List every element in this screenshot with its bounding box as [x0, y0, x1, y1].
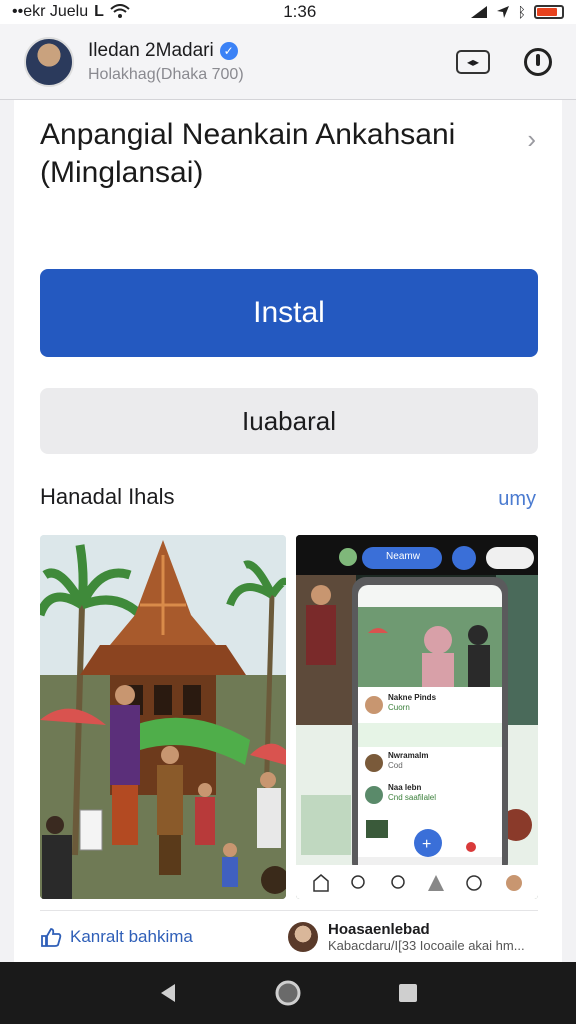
app-ui-preview-image: + [296, 535, 538, 899]
preview-item-desc: Cod [388, 761, 403, 770]
secondary-button[interactable]: Iuabaral [40, 388, 538, 454]
like-label: Kanralt bahkima [70, 926, 193, 946]
battery-icon [534, 5, 564, 19]
network-icon: L [94, 3, 104, 20]
recents-square-icon[interactable] [397, 982, 419, 1004]
card-footer: Kanralt bahkima Hoasaenlebad Kabacdaru/I… [40, 910, 538, 962]
install-button[interactable]: Instal [40, 269, 538, 357]
profile-name-row: Iledan 2Madari ✓ [88, 40, 456, 62]
battery-level [537, 8, 558, 16]
screenshot-1[interactable] [40, 535, 286, 899]
preview-list-item: Nwramalm Cod [388, 751, 428, 771]
reviewer-text: Hoasaenlebad Kabacdaru/I[33 Iocoaile aka… [328, 921, 538, 953]
signal-icon [470, 6, 487, 18]
location-icon [496, 6, 509, 18]
preview-item-desc: Cuorn [388, 703, 410, 712]
screenshots-more-link[interactable]: umy [498, 488, 536, 511]
preview-item-name: Naa lebn [388, 783, 422, 792]
app-card: Anpangial Neankain Ankahsani (Minglansai… [14, 100, 562, 962]
thumbs-up-icon [41, 927, 62, 947]
status-right: ᛒ [470, 4, 564, 20]
reviewer-avatar [288, 921, 318, 952]
wifi-icon [110, 4, 130, 18]
cultural-scene-image [40, 535, 286, 899]
status-time: 1:36 [283, 2, 317, 21]
reviewer[interactable]: Hoasaenlebad Kabacdaru/I[33 Iocoaile aka… [288, 921, 538, 953]
preview-list-item: Nakne Pinds Cuorn [388, 693, 436, 713]
screen-cast-icon[interactable]: ◂▸ [456, 49, 490, 74]
screenshots-heading: Hanadal Ihals [40, 484, 175, 509]
chevron-right-icon[interactable]: › [527, 124, 536, 155]
home-circle-icon[interactable] [274, 979, 302, 1007]
profile-header: Iledan 2Madari ✓ Holakhag(Dhaka 700) ◂▸ [0, 24, 576, 100]
preview-item-desc: Cnd saafilalel [388, 793, 437, 802]
profile-avatar[interactable] [24, 36, 74, 87]
system-nav-bar [0, 962, 576, 1024]
profile-text: Iledan 2Madari ✓ Holakhag(Dhaka 700) [88, 40, 456, 84]
carrier-text: ••ekr Juelu [12, 3, 89, 20]
back-triangle-icon[interactable] [157, 982, 179, 1004]
reviewer-name: Hoasaenlebad [328, 920, 430, 938]
svg-text:+: + [422, 836, 431, 853]
power-icon[interactable] [524, 47, 552, 76]
preview-list-item: Naa lebn Cnd saafilalel [388, 783, 436, 803]
status-bar: ••ekr Juelu L 1:36 ᛒ [0, 0, 576, 24]
profile-name: Iledan 2Madari [88, 39, 214, 61]
profile-subtitle: Holakhag(Dhaka 700) [88, 65, 244, 83]
screenshot-2[interactable]: + Neamw Nakne Pinds Cuorn Nwramalm Cod N… [296, 535, 538, 899]
app-ui-preview-pill: Neamw [386, 551, 420, 562]
status-left: ••ekr Juelu L [12, 3, 130, 21]
preview-item-name: Nakne Pinds [388, 693, 437, 702]
verified-badge-icon: ✓ [219, 41, 238, 60]
reviewer-desc: Kabacdaru/I[33 Iocoaile akai hm... [328, 937, 525, 953]
like-link[interactable]: Kanralt bahkima [40, 926, 193, 948]
app-title: Anpangial Neankain Ankahsani (Minglansai… [40, 118, 456, 189]
bluetooth-icon: ᛒ [517, 4, 526, 20]
preview-item-name: Nwramalm [388, 751, 429, 760]
